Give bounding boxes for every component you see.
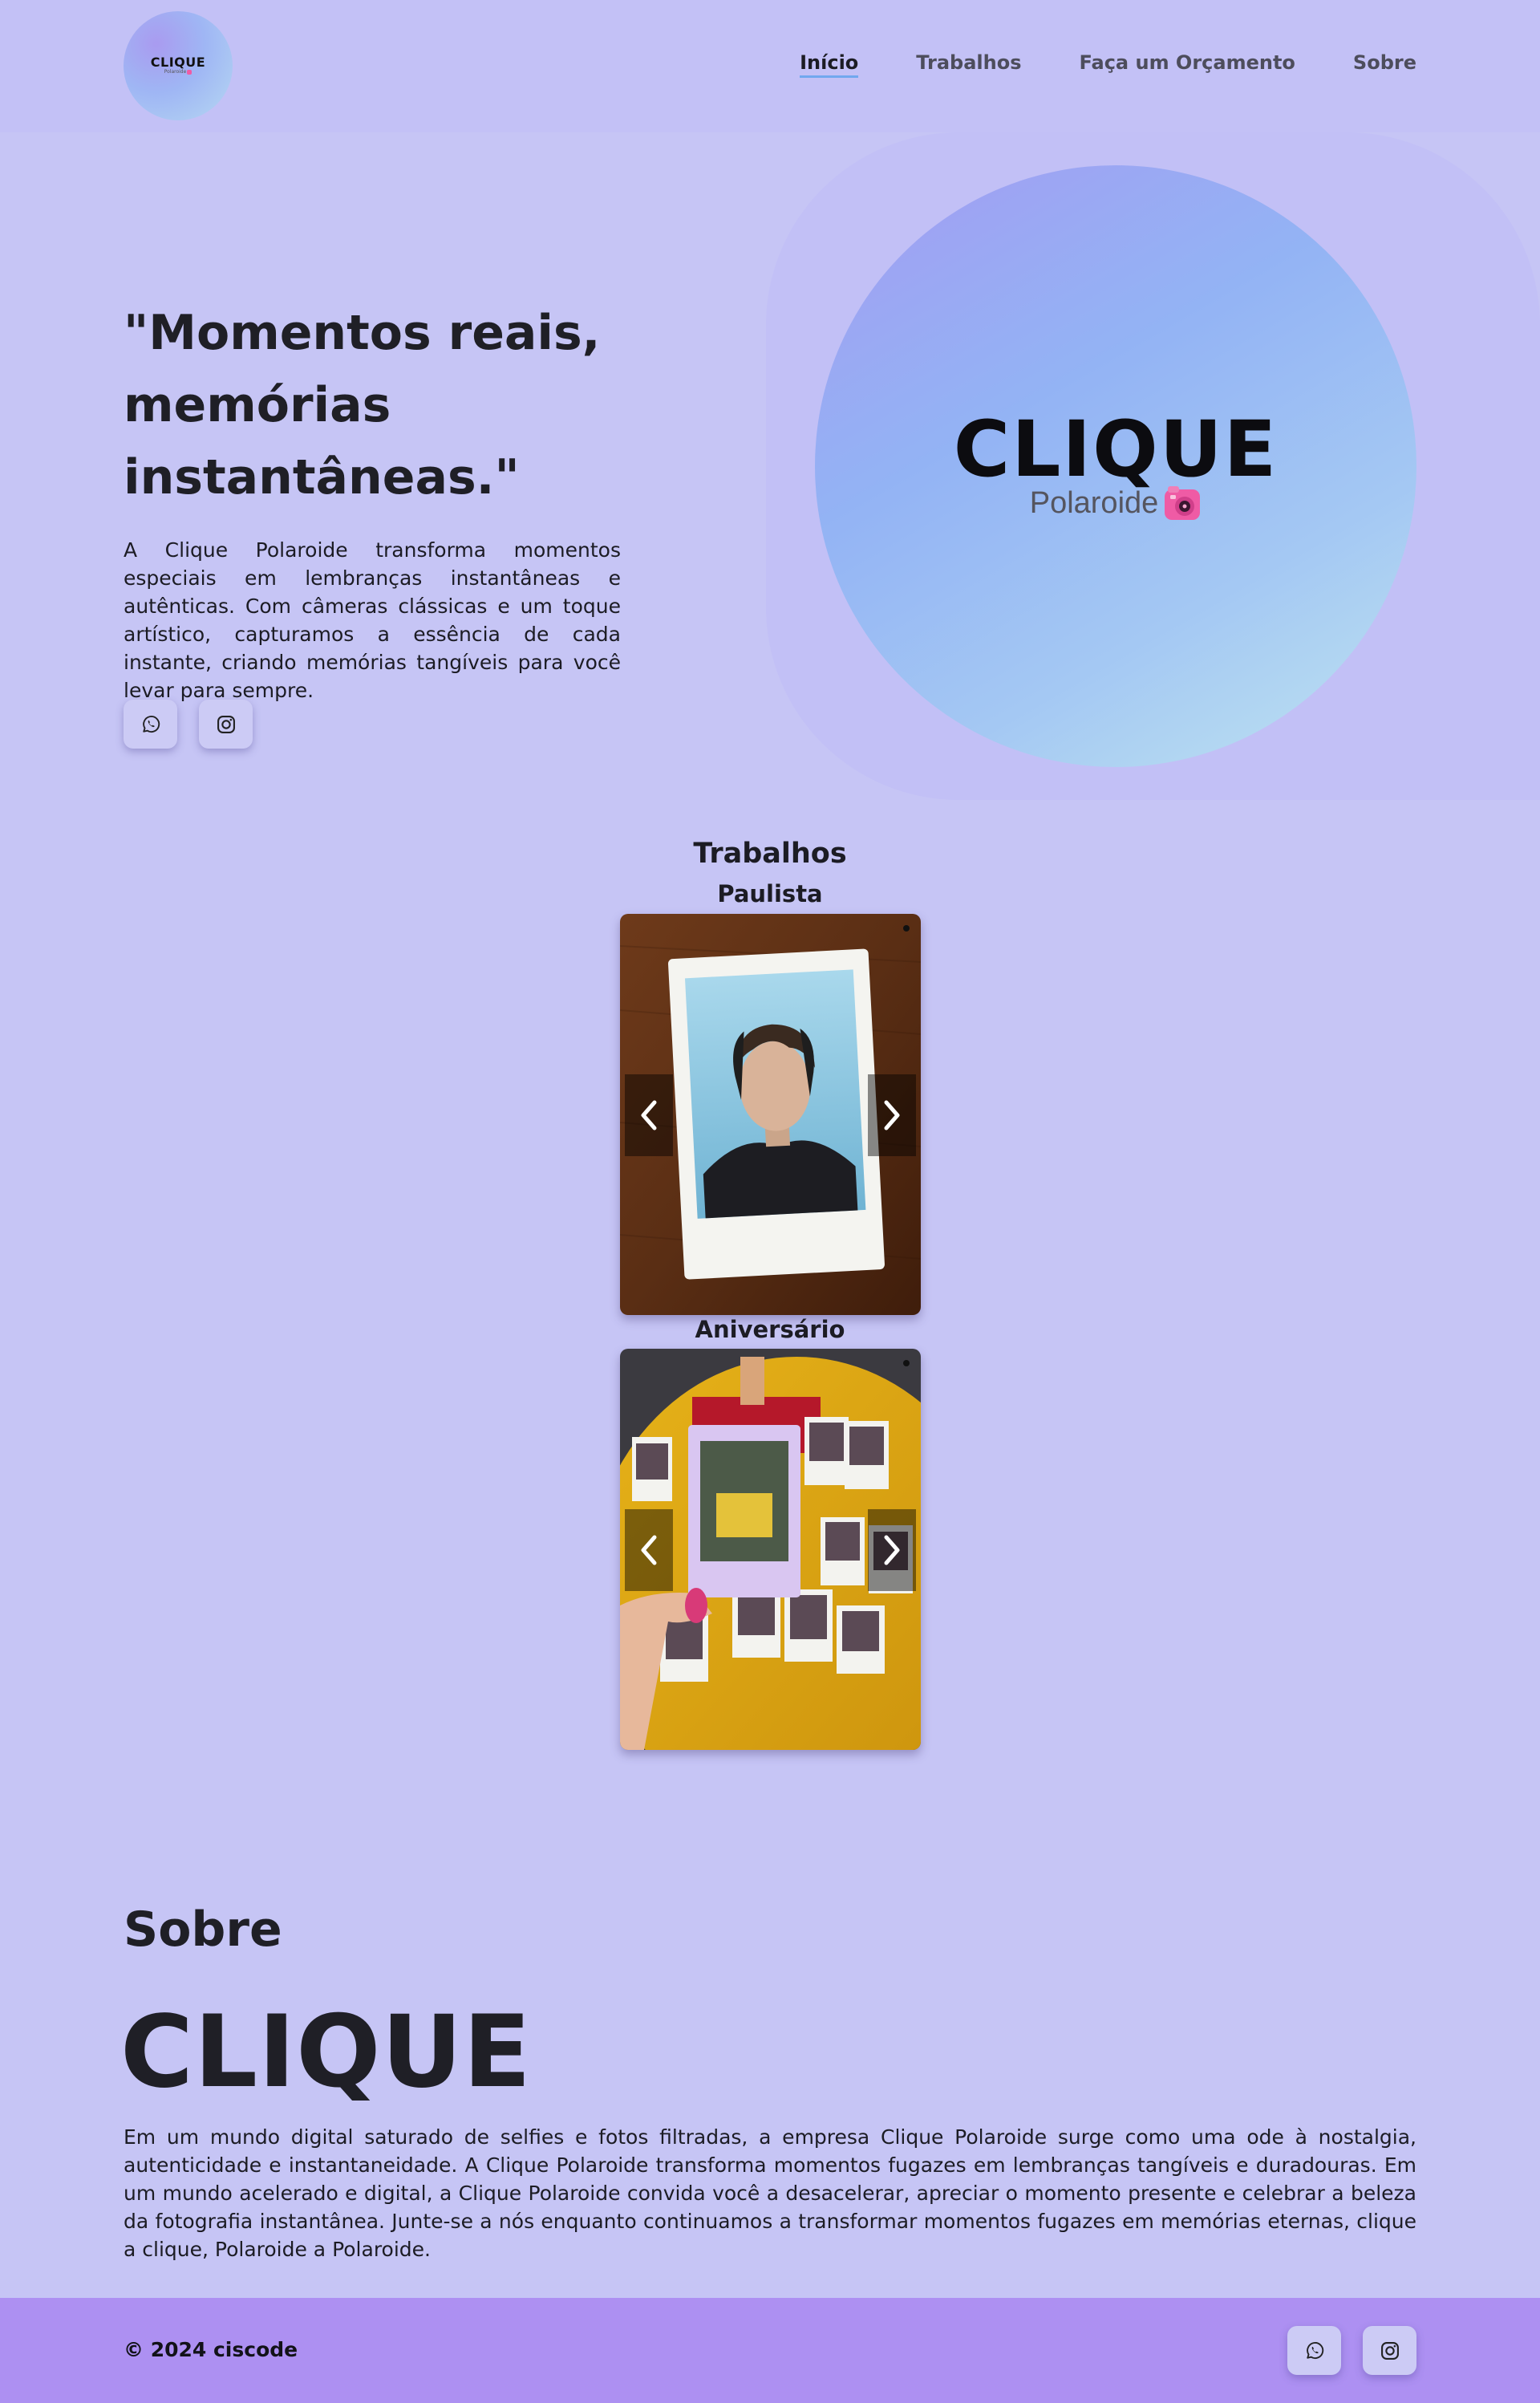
logo[interactable]: CLIQUE Polaroide	[124, 11, 233, 120]
album-title-aniversario: Aniversário	[695, 1316, 845, 1343]
album-title-paulista: Paulista	[717, 880, 823, 907]
hero-title-line: memórias	[124, 377, 391, 433]
footer: © 2024 ciscode	[0, 2298, 1540, 2403]
nav-link-trabalhos[interactable]: Trabalhos	[916, 51, 1021, 78]
instagram-icon	[217, 715, 235, 733]
carousel-next-button[interactable]	[868, 1509, 916, 1591]
footer-social-links	[1287, 2326, 1416, 2375]
carousel-prev-button[interactable]	[625, 1074, 673, 1156]
hero-title-line: instantâneas."	[124, 449, 520, 505]
carousel-aniversario	[620, 1349, 921, 1750]
chevron-right-icon	[884, 1535, 900, 1565]
carousel-paulista	[620, 914, 921, 1315]
about-heading: Sobre	[124, 1902, 282, 1958]
carousel-next-button[interactable]	[868, 1074, 916, 1156]
hero-brand-subtitle-text: Polaroide	[1029, 485, 1159, 520]
about-brand-wordmark: CLIQUE	[120, 1995, 532, 2110]
footer-copyright: © 2024 ciscode	[124, 2338, 298, 2361]
hero-title-line: "Momentos reais,	[124, 305, 601, 361]
hero-description: A Clique Polaroide transforma momentos e…	[124, 538, 621, 702]
chevron-left-icon	[641, 1100, 657, 1130]
logo-wordmark: CLIQUE	[150, 55, 206, 70]
carousel-prev-button[interactable]	[625, 1509, 673, 1591]
logo-subtitle-text: Polaroide	[164, 69, 187, 75]
whatsapp-icon	[1306, 2341, 1323, 2359]
chevron-left-icon	[641, 1535, 657, 1565]
nav-link-inicio[interactable]: Início	[800, 51, 859, 78]
hero-brand-subtitle: Polaroide	[1030, 485, 1202, 522]
works-title: Trabalhos	[693, 838, 847, 870]
nav-link-sobre[interactable]: Sobre	[1353, 51, 1416, 78]
nav-link-orcamento[interactable]: Faça um Orçamento	[1080, 51, 1295, 78]
chevron-right-icon	[884, 1100, 900, 1130]
instant-camera-icon	[1165, 486, 1201, 520]
instagram-button[interactable]	[199, 700, 253, 749]
navbar: CLIQUE Polaroide Início Trabalhos Faça u…	[0, 0, 1540, 132]
about-text: Em um mundo digital saturado de selfies …	[124, 2125, 1416, 2261]
whatsapp-icon	[142, 715, 160, 733]
carousel-indicator	[903, 1360, 910, 1366]
footer-whatsapp-button[interactable]	[1287, 2326, 1341, 2375]
carousel-indicator	[903, 925, 910, 932]
instagram-icon	[1380, 2341, 1399, 2360]
hero-title: "Momentos reais, memórias instantâneas."	[124, 297, 637, 513]
logo-subtitle: Polaroide	[164, 69, 192, 75]
whatsapp-button[interactable]	[124, 700, 177, 749]
camera-icon	[187, 69, 192, 75]
nav-menu: Início Trabalhos Faça um Orçamento Sobre	[800, 51, 1416, 78]
hero-brand-wordmark: CLIQUE	[953, 404, 1279, 494]
hero-brand-circle: CLIQUE Polaroide	[815, 165, 1416, 767]
hero-social-links	[124, 700, 253, 749]
footer-instagram-button[interactable]	[1363, 2326, 1416, 2375]
